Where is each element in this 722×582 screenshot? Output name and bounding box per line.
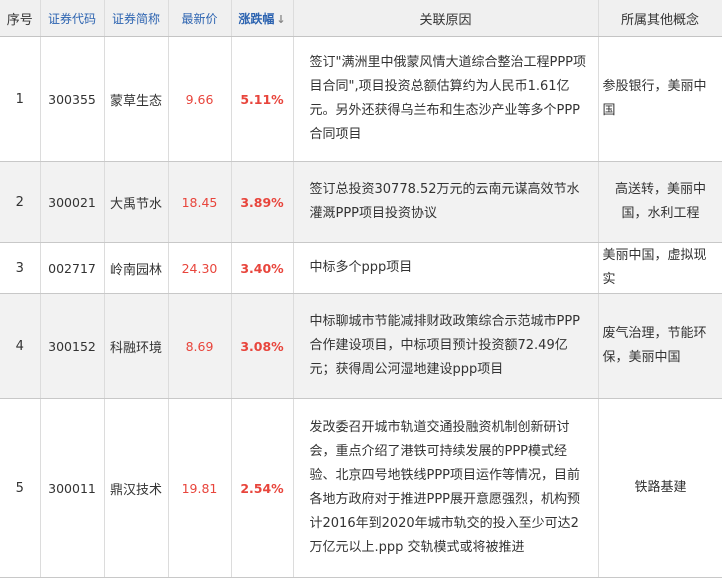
- row-reason: 中标聊城市节能减排财政政策综合示范城市PPP合作建设项目，中标项目预计投资额72…: [293, 293, 599, 399]
- row-name[interactable]: 蒙草生态: [104, 36, 169, 162]
- row-price: 9.66: [168, 36, 232, 162]
- header-reason: 关联原因: [293, 0, 599, 37]
- row-concepts: 参股银行，美丽中国: [598, 36, 722, 162]
- row-price: 19.81: [168, 398, 232, 578]
- stock-table: 序号 证券代码 证券简称 最新价 涨跌幅 ↓ 关联原因 所属其他概念 1 3003…: [0, 0, 722, 578]
- header-change[interactable]: 涨跌幅 ↓: [231, 0, 294, 37]
- table-row: 2 300021 大禹节水 18.45 3.89% 签订总投资30778.52万…: [0, 161, 722, 243]
- row-index: 2: [0, 161, 41, 243]
- row-change: 3.89%: [231, 161, 294, 243]
- header-concepts: 所属其他概念: [598, 0, 722, 37]
- row-code: 300355: [40, 36, 105, 162]
- header-name[interactable]: 证券简称: [104, 0, 169, 37]
- row-price: 18.45: [168, 161, 232, 243]
- row-name[interactable]: 大禹节水: [104, 161, 169, 243]
- row-reason: 签订总投资30778.52万元的云南元谋高效节水灌溉PPP项目投资协议: [293, 161, 599, 243]
- row-name[interactable]: 岭南园林: [104, 242, 169, 294]
- row-code: 002717: [40, 242, 105, 294]
- row-name[interactable]: 鼎汉技术: [104, 398, 169, 578]
- header-code[interactable]: 证券代码: [40, 0, 105, 37]
- row-reason: 发改委召开城市轨道交通投融资机制创新研讨会，重点介绍了港铁可持续发展的PPP模式…: [293, 398, 599, 578]
- row-reason: 签订"满洲里中俄蒙风情大道综合整治工程PPP项目合同",项目投资总额估算约为人民…: [293, 36, 599, 162]
- row-code: 300152: [40, 293, 105, 399]
- table-header-row: 序号 证券代码 证券简称 最新价 涨跌幅 ↓ 关联原因 所属其他概念: [0, 0, 722, 37]
- header-change-label: 涨跌幅: [238, 11, 275, 26]
- row-concepts: 美丽中国，虚拟现实: [598, 242, 722, 294]
- row-code: 300021: [40, 161, 105, 243]
- row-index: 4: [0, 293, 41, 399]
- row-index: 5: [0, 398, 41, 578]
- row-price: 24.30: [168, 242, 232, 294]
- row-change: 5.11%: [231, 36, 294, 162]
- row-concepts: 高送转，美丽中国，水利工程: [598, 161, 722, 243]
- row-change: 3.08%: [231, 293, 294, 399]
- row-concepts: 铁路基建: [598, 398, 722, 578]
- table-row: 3 002717 岭南园林 24.30 3.40% 中标多个ppp项目 美丽中国…: [0, 242, 722, 294]
- row-change: 3.40%: [231, 242, 294, 294]
- row-concepts: 废气治理，节能环保，美丽中国: [598, 293, 722, 399]
- row-index: 1: [0, 36, 41, 162]
- row-code: 300011: [40, 398, 105, 578]
- arrow-down-icon: ↓: [276, 12, 286, 26]
- row-reason: 中标多个ppp项目: [293, 242, 599, 294]
- header-price[interactable]: 最新价: [168, 0, 232, 37]
- header-index: 序号: [0, 0, 41, 37]
- row-change: 2.54%: [231, 398, 294, 578]
- row-name[interactable]: 科融环境: [104, 293, 169, 399]
- table-row: 5 300011 鼎汉技术 19.81 2.54% 发改委召开城市轨道交通投融资…: [0, 398, 722, 578]
- row-index: 3: [0, 242, 41, 294]
- table-row: 4 300152 科融环境 8.69 3.08% 中标聊城市节能减排财政政策综合…: [0, 293, 722, 399]
- row-price: 8.69: [168, 293, 232, 399]
- table-row: 1 300355 蒙草生态 9.66 5.11% 签订"满洲里中俄蒙风情大道综合…: [0, 36, 722, 162]
